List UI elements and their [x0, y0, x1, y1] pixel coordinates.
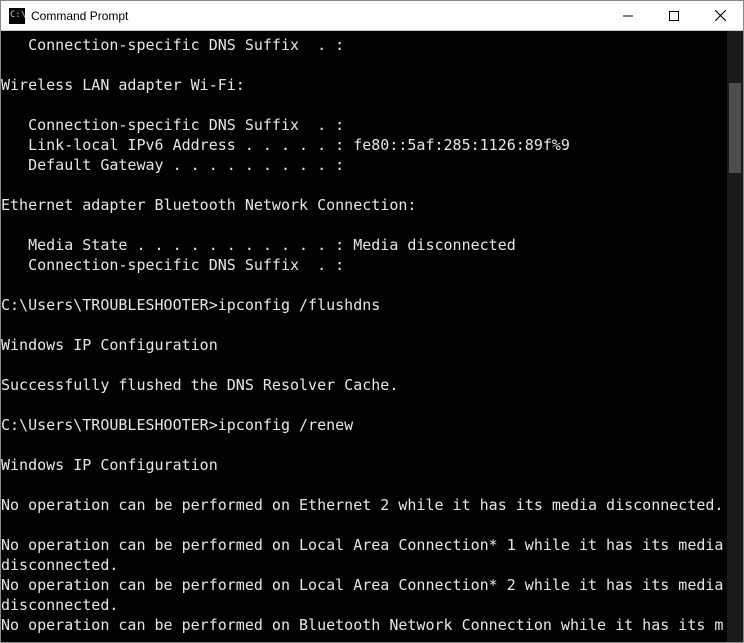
minimize-icon [623, 11, 633, 21]
scrollbar-track[interactable] [727, 31, 743, 642]
scrollbar-thumb[interactable] [729, 83, 741, 173]
window-controls [605, 1, 743, 30]
maximize-button[interactable] [651, 1, 697, 30]
terminal-output[interactable]: Connection-specific DNS Suffix . : Wirel… [1, 31, 727, 642]
maximize-icon [669, 11, 679, 21]
window-title: Command Prompt [31, 9, 605, 23]
titlebar: Command Prompt [1, 1, 743, 31]
minimize-button[interactable] [605, 1, 651, 30]
content-area: Connection-specific DNS Suffix . : Wirel… [1, 31, 743, 642]
close-button[interactable] [697, 1, 743, 30]
cmd-icon [9, 8, 25, 24]
close-icon [715, 10, 726, 21]
